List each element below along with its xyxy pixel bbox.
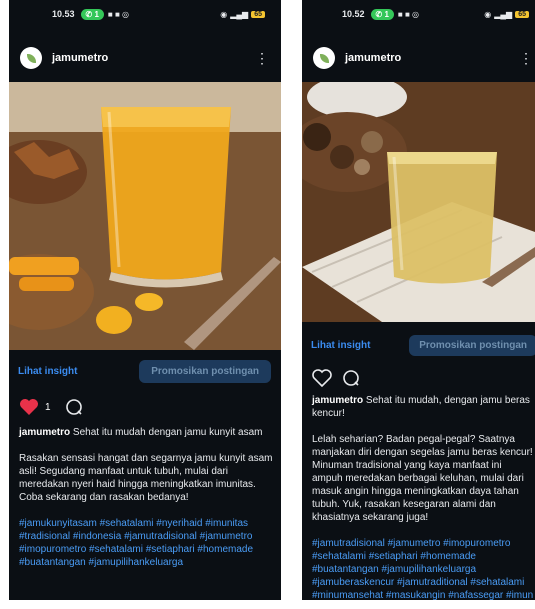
status-bar: 10.52 ✆ 1 ■ ■ ◎ ◉ ▂▄▆ 65 — [302, 0, 535, 28]
notification-icon: ■ ■ ◎ — [397, 9, 420, 19]
account-name[interactable]: jamumetro — [345, 52, 401, 64]
status-right: ◉ ▂▄▆ 65 — [484, 10, 529, 19]
caption-body: Rasakan sensasi hangat dan segarnya jamu… — [19, 453, 273, 503]
caption-title: Sehat itu mudah dengan jamu kunyit asam — [72, 427, 263, 438]
avatar[interactable] — [313, 47, 335, 69]
battery-icon: 65 — [251, 10, 265, 18]
wifi-icon: ◉ — [484, 9, 492, 19]
phone-screen-2: 10.52 ✆ 1 ■ ■ ◎ ◉ ▂▄▆ 65 jamumetro ⋮ Lih… — [302, 0, 535, 600]
account-name[interactable]: jamumetro — [52, 52, 108, 64]
caption-username[interactable]: jamumetro — [19, 427, 70, 438]
post-caption: jamumetro Sehat itu mudah dengan jamu ku… — [19, 426, 274, 582]
caption-body: Lelah seharian? Badan pegal-pegal? Saatn… — [312, 434, 533, 523]
status-time: 10.53 — [52, 9, 75, 19]
post-actions: 1 — [19, 398, 83, 416]
view-insights-link[interactable]: Lihat insight — [18, 366, 77, 377]
phone-screen-1: 10.53 ✆ 1 ■ ■ ◎ ◉ ▂▄▆ 65 jamumetro ⋮ Lih… — [9, 0, 281, 600]
post-actions — [312, 369, 360, 387]
avatar[interactable] — [20, 47, 42, 69]
like-count[interactable]: 1 — [45, 402, 51, 413]
insight-row: Lihat insight Promosikan postingan — [9, 356, 281, 386]
promote-post-button[interactable]: Promosikan postingan — [139, 359, 271, 383]
avatar-leaf-icon — [26, 53, 36, 63]
call-pill: ✆ 1 — [80, 8, 104, 20]
battery-icon: 65 — [515, 10, 529, 18]
status-right: ◉ ▂▄▆ 65 — [220, 10, 265, 19]
heart-icon[interactable] — [19, 398, 39, 416]
more-options-icon[interactable]: ⋮ — [255, 51, 269, 65]
caption-username[interactable]: jamumetro — [312, 395, 363, 406]
view-insights-link[interactable]: Lihat insight — [311, 340, 370, 351]
post-header: jamumetro ⋮ — [302, 38, 535, 78]
notification-icon: ■ ■ ◎ — [107, 9, 130, 19]
wifi-icon: ◉ — [220, 9, 228, 19]
heart-icon[interactable] — [312, 369, 332, 387]
post-header: jamumetro ⋮ — [9, 38, 281, 78]
status-time: 10.52 — [342, 9, 365, 19]
post-image-illustration — [302, 82, 535, 322]
caption-hashtags[interactable]: #jamukunyitasam #sehatalami #nyerihaid #… — [19, 517, 274, 569]
status-bar: 10.53 ✆ 1 ■ ■ ◎ ◉ ▂▄▆ 65 — [9, 0, 281, 28]
more-options-icon[interactable]: ⋮ — [519, 51, 533, 65]
call-pill: ✆ 1 — [370, 8, 394, 20]
post-image-illustration — [9, 82, 281, 350]
comment-icon[interactable] — [342, 369, 360, 387]
promote-post-button[interactable]: Promosikan postingan — [409, 334, 535, 356]
post-image[interactable] — [302, 82, 535, 322]
post-image[interactable] — [9, 82, 281, 350]
comment-icon[interactable] — [65, 398, 83, 416]
signal-icon: ▂▄▆ — [494, 9, 513, 19]
post-caption: jamumetro Sehat itu mudah, dengan jamu b… — [312, 394, 534, 600]
caption-hashtags[interactable]: #jamutradisional #jamumetro #imopurometr… — [312, 537, 534, 600]
avatar-leaf-icon — [319, 53, 329, 63]
insight-row: Lihat insight Promosikan postingan — [302, 331, 535, 359]
signal-icon: ▂▄▆ — [230, 9, 249, 19]
